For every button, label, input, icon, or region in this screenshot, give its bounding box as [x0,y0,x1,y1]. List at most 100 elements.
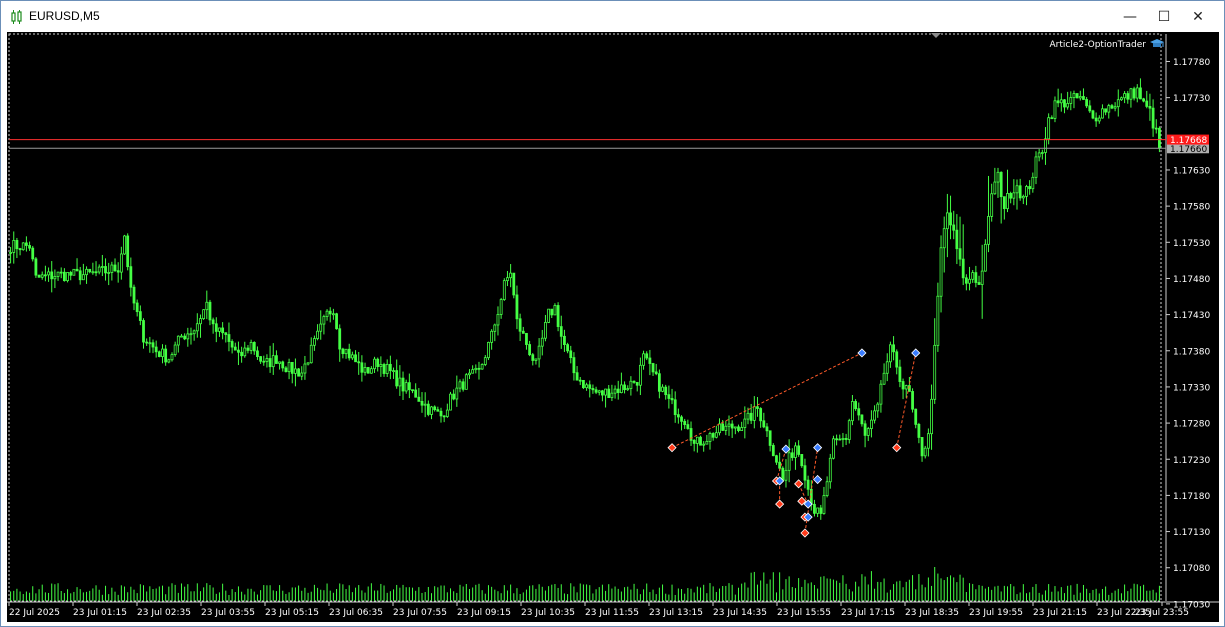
candle-body [1097,117,1101,122]
candle-body [578,379,582,382]
candle-body [66,272,69,282]
candle-body [430,406,433,415]
candle-body [1040,152,1044,154]
maximize-button[interactable]: ☐ [1147,1,1181,32]
candle-body [290,361,294,374]
price-chart[interactable]: 1.17660 1.17668 1.17780 1.17730 1.17630 1.17… [7,32,1219,622]
candle-body [433,406,437,411]
candle-body [733,426,737,429]
candle-body [1050,117,1054,120]
candle-body [604,388,607,396]
candle-body [161,348,164,357]
candle-body [556,305,560,327]
candle-body [18,248,22,251]
price-tick-label: 1.17530 [1173,239,1210,249]
candle-body [863,423,867,436]
candle-body [123,235,126,255]
candle-body [341,348,345,355]
candle-body [711,433,715,438]
candle-body [411,389,414,392]
candle-body [126,235,130,268]
candle-body [724,425,728,431]
candle-body [686,424,690,429]
time-tick-label: 23 Jul 06:35 [329,608,383,618]
candle-body [100,266,104,268]
price-lines: 1.176601.17668 [9,134,1209,155]
candle-body [632,380,636,383]
candle-body [452,393,456,400]
candle-body [249,342,253,351]
candle-body [1012,192,1016,199]
time-tick-label: 23 Jul 14:35 [713,608,767,618]
time-tick-label: 23 Jul 02:35 [137,608,191,618]
candle-body [21,242,25,251]
candle-body [1142,98,1145,102]
time-axis: 22 Jul 2025 23 Jul 01:15 23 Jul 02:35 23 Ju… [8,602,1189,618]
price-tick-label: 1.17480 [1173,275,1210,285]
candle-body [1113,106,1117,109]
price-tick-label: 1.17080 [1173,564,1210,574]
candle-body [983,243,987,272]
candle-body [695,436,699,444]
candle-body [401,377,405,392]
candle-body [43,274,47,277]
candle-body [841,438,845,440]
minimize-button[interactable]: — [1113,1,1147,32]
chart-shift-marker [931,33,941,38]
candle-body [945,212,949,230]
candle-body [528,344,532,356]
buy-marker [813,443,823,453]
expert-hat-icon[interactable] [1150,39,1164,47]
expert-advisor-label[interactable]: Article2-OptionTrader [1050,40,1147,50]
time-tick-label: 23 Jul 18:35 [905,608,959,618]
candle-body [550,308,554,316]
candle-body [601,390,604,396]
candle-body [645,353,649,359]
candle-body [1053,100,1057,119]
candle-body [626,388,630,391]
candle-body [1120,97,1123,101]
candle-body [930,398,933,435]
candle-body [271,355,275,368]
candle-body [240,351,244,357]
price-tick-label: 1.17180 [1173,492,1210,502]
candle-body [746,412,750,420]
time-tick-label: 23 Jul 09:15 [457,608,511,618]
candle-body [676,414,680,418]
close-button[interactable]: ✕ [1181,1,1215,32]
candle-body [233,346,237,351]
candle-body [322,316,326,325]
candle-body [980,270,984,285]
chart-canvas[interactable]: 1.176601.17668 1.17780 1.17730 1.17630 1.17… [7,32,1219,622]
candle-body [138,311,142,321]
candle-body [297,368,300,377]
candle-body [376,358,380,367]
candle-body [202,309,206,319]
candle-body [847,420,851,440]
candle-body [610,392,614,399]
candle-body [762,420,766,428]
chart-candles-icon [11,10,22,24]
candle-body [531,354,535,361]
close-icon: ✕ [1192,8,1204,25]
candle-body [265,358,269,362]
candle-body [895,351,899,368]
candle-body [237,349,240,353]
candle-body [1015,185,1019,194]
candle-body [1139,87,1142,100]
candle-body [851,401,854,422]
candle-body [75,268,79,272]
time-tick-label: 23 Jul 13:15 [649,608,703,618]
candle-body [1025,186,1028,197]
time-tick-label: 22 Jul 2025 [9,608,60,618]
candle-body [275,355,278,364]
candle-body [778,461,782,469]
time-tick-label: 23 Jul 07:55 [393,608,447,618]
title-bar[interactable]: EURUSD,M5 — ☐ ✕ [1,1,1224,32]
candle-body [88,268,92,273]
time-tick-label: 23 Jul 03:55 [201,608,255,618]
candle-body [547,308,551,323]
candle-body [775,455,778,463]
time-tick-label: 23 Jul 11:55 [585,608,639,618]
candle-body [195,323,199,332]
